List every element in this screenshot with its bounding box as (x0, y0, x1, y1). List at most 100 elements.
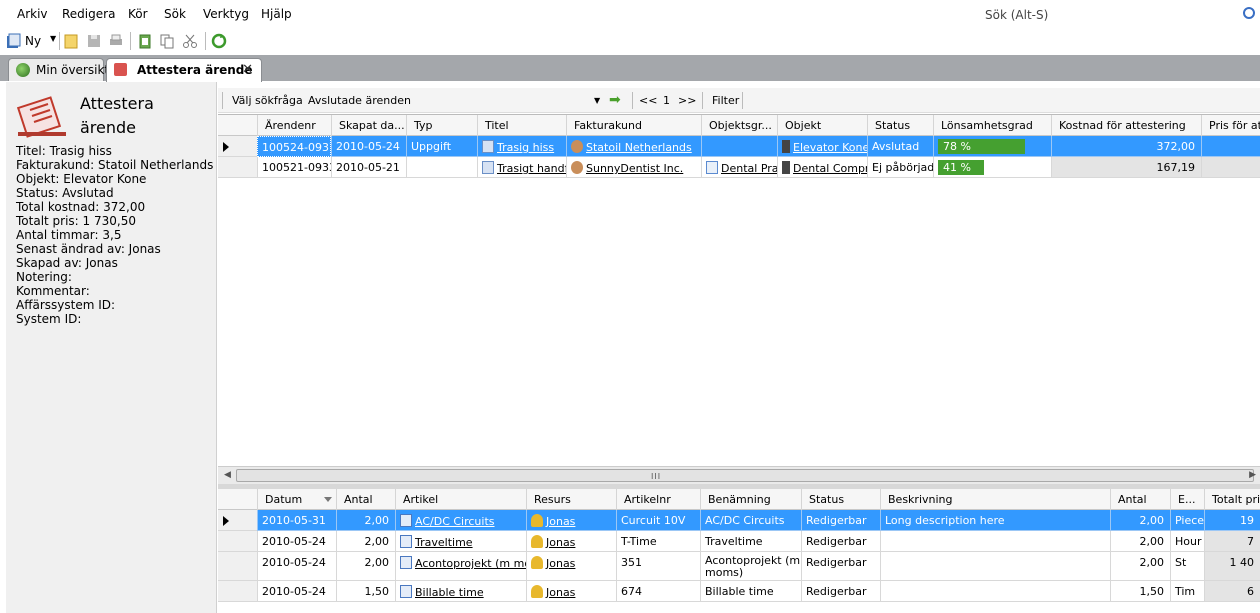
object-link[interactable]: Elevator Kone (793, 141, 867, 154)
cell-status[interactable]: Avslutad (867, 136, 933, 157)
table-row[interactable]: 100521-0933 2010-05-21 Trasigt handfat S… (218, 157, 1260, 178)
table-row[interactable]: 2010-05-31 2,00 AC/DC Circuits Jonas Cur… (218, 510, 1260, 531)
menu-verktyg[interactable]: Verktyg (203, 7, 249, 21)
cell-objekt[interactable]: Dental Compressor (777, 157, 867, 178)
col-arendenr[interactable]: Ärendenr (257, 115, 331, 136)
article-link[interactable]: Traveltime (415, 536, 473, 549)
new-icon[interactable] (6, 33, 22, 49)
menu-redigera[interactable]: Redigera (62, 7, 115, 21)
paste-icon[interactable] (137, 33, 153, 49)
search-icon[interactable] (1243, 7, 1255, 19)
cell-fakturakund[interactable]: SunnyDentist Inc. (566, 157, 701, 178)
cell-artikelnr[interactable]: 351 (616, 552, 700, 581)
scroll-right-icon[interactable]: ▶ (1249, 470, 1256, 480)
cell-totalt-pris[interactable]: 7 (1204, 531, 1260, 552)
col-antal[interactable]: Antal (336, 489, 395, 510)
resource-link[interactable]: Jonas (546, 515, 575, 528)
cell-skapat[interactable]: 2010-05-21 (331, 157, 406, 178)
cell-arendenr[interactable]: 100521-0933 (257, 157, 331, 178)
cell-antal-2[interactable]: 2,00 (1110, 510, 1170, 531)
col-objektsgrupp[interactable]: Objektsgr... (701, 115, 777, 136)
menu-hjalp[interactable]: Hjälp (261, 7, 292, 21)
tab-min-oversikt[interactable]: Min översikt (8, 58, 109, 81)
col-kostnad-attestering[interactable]: Kostnad för attestering (1051, 115, 1201, 136)
cell-typ[interactable]: Uppgift (406, 136, 477, 157)
col-fakturakund[interactable]: Fakturakund (566, 115, 701, 136)
cell-antal[interactable]: 2,00 (336, 531, 395, 552)
cell-kostnad[interactable]: 167,19 (1051, 157, 1201, 178)
next-page-button[interactable]: >> (678, 94, 696, 107)
cell-resurs[interactable]: Jonas (526, 531, 616, 552)
filter-button[interactable]: Filter (712, 94, 739, 107)
cell-datum[interactable]: 2010-05-24 (257, 552, 336, 581)
cell-resurs[interactable]: Jonas (526, 581, 616, 602)
menu-arkiv[interactable]: Arkiv (17, 7, 48, 21)
cell-typ[interactable] (406, 157, 477, 178)
print-icon[interactable] (108, 33, 124, 49)
cell-beskrivning[interactable]: Long description here (880, 510, 1110, 531)
cell-artikelnr[interactable]: Curcuit 10V (616, 510, 700, 531)
col-typ[interactable]: Typ (406, 115, 477, 136)
cell-benamning[interactable]: Traveltime (700, 531, 801, 552)
scrollbar-thumb[interactable]: III (236, 469, 1254, 482)
prev-page-button[interactable]: << (639, 94, 657, 107)
cell-status[interactable]: Redigerbar (801, 531, 880, 552)
cell-benamning[interactable]: Billable time (700, 581, 801, 602)
new-dropdown-icon[interactable]: ▼ (50, 34, 56, 43)
cell-pris[interactable] (1201, 136, 1260, 157)
col-enhet[interactable]: E... (1170, 489, 1204, 510)
cell-artikel[interactable]: Traveltime (395, 531, 526, 552)
table-row[interactable]: 2010-05-24 2,00 Acontoprojekt (m moms) J… (218, 552, 1260, 581)
horizontal-scrollbar[interactable]: ◀ III ▶ (218, 466, 1260, 484)
query-dropdown-icon[interactable]: ▼ (594, 96, 600, 105)
cell-status[interactable]: Redigerbar (801, 581, 880, 602)
resource-link[interactable]: Jonas (546, 557, 575, 570)
resource-link[interactable]: Jonas (546, 586, 575, 599)
cell-titel[interactable]: Trasig hiss (477, 136, 566, 157)
col-artikel[interactable]: Artikel (395, 489, 526, 510)
customer-link[interactable]: Statoil Netherlands (586, 141, 692, 154)
cut-icon[interactable] (182, 33, 198, 49)
cell-beskrivning[interactable] (880, 531, 1110, 552)
col-benamning[interactable]: Benämning (700, 489, 801, 510)
col-artikelnr[interactable]: Artikelnr (616, 489, 700, 510)
article-link[interactable]: AC/DC Circuits (415, 515, 495, 528)
cell-antal[interactable]: 1,50 (336, 581, 395, 602)
object-group-link[interactable]: Dental Practice (721, 162, 777, 175)
save-icon[interactable] (86, 33, 102, 49)
col-beskrivning[interactable]: Beskrivning (880, 489, 1110, 510)
cell-fakturakund[interactable]: Statoil Netherlands (566, 136, 701, 157)
customer-link[interactable]: SunnyDentist Inc. (586, 162, 683, 175)
object-link[interactable]: Dental Compressor (793, 162, 867, 175)
cell-benamning[interactable]: AC/DC Circuits (700, 510, 801, 531)
cell-antal[interactable]: 2,00 (336, 510, 395, 531)
cell-datum[interactable]: 2010-05-24 (257, 531, 336, 552)
cell-datum[interactable]: 2010-05-31 (257, 510, 336, 531)
folder-icon[interactable] (63, 33, 79, 49)
table-row[interactable]: 2010-05-24 1,50 Billable time Jonas 674 … (218, 581, 1260, 602)
run-query-icon[interactable]: ➡ (609, 92, 621, 108)
cell-artikelnr[interactable]: 674 (616, 581, 700, 602)
cell-antal-2[interactable]: 1,50 (1110, 581, 1170, 602)
col-pris-attestering[interactable]: Pris för atte (1201, 115, 1260, 136)
cell-beskrivning[interactable] (880, 581, 1110, 602)
cell-skapat[interactable]: 2010-05-24 (331, 136, 406, 157)
col-totalt-pris[interactable]: Totalt pris (1204, 489, 1260, 510)
cell-enhet[interactable]: Tim (1170, 581, 1204, 602)
col-antal-2[interactable]: Antal (1110, 489, 1170, 510)
cell-artikelnr[interactable]: T-Time (616, 531, 700, 552)
cell-resurs[interactable]: Jonas (526, 552, 616, 581)
cell-antal[interactable]: 2,00 (336, 552, 395, 581)
search-input[interactable]: Sök (Alt-S) (980, 3, 1255, 25)
cell-datum[interactable]: 2010-05-24 (257, 581, 336, 602)
title-link[interactable]: Trasigt handfat (497, 162, 566, 175)
cell-resurs[interactable]: Jonas (526, 510, 616, 531)
col-titel[interactable]: Titel (477, 115, 566, 136)
cell-beskrivning[interactable] (880, 552, 1110, 581)
cell-totalt-pris[interactable]: 6 (1204, 581, 1260, 602)
cell-objektsgrupp[interactable] (701, 136, 777, 157)
refresh-icon[interactable] (211, 33, 227, 49)
col-status[interactable]: Status (867, 115, 933, 136)
tab-attestera-arende[interactable]: Attestera ärende ✕ (106, 58, 262, 82)
cell-antal-2[interactable]: 2,00 (1110, 531, 1170, 552)
